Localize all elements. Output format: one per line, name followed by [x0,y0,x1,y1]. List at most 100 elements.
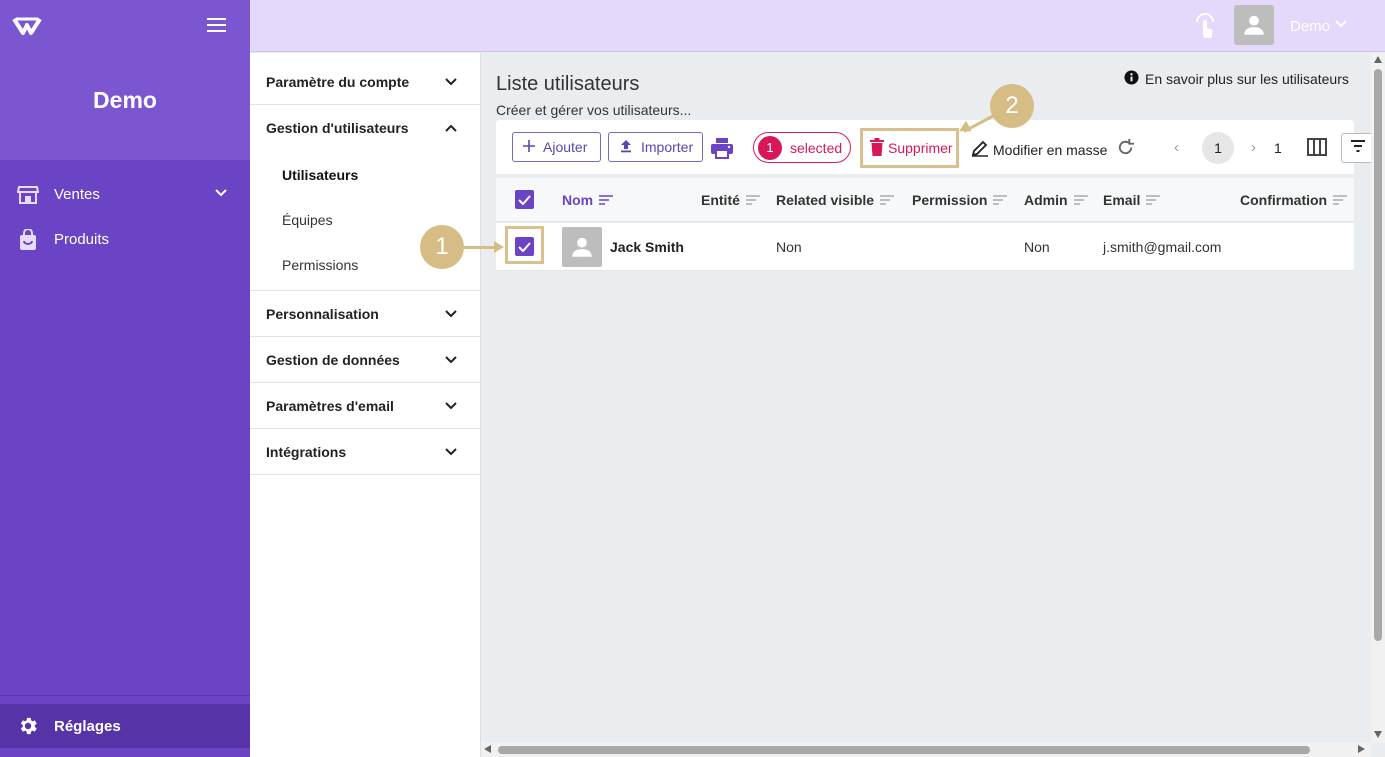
cell-admin: Non [1024,239,1050,255]
delete-button[interactable]: Supprimer [860,128,959,168]
plus-icon [523,139,535,155]
column-header-related-visible[interactable]: Related visible [776,192,895,208]
section-label: Personnalisation [266,305,379,322]
scroll-down-icon[interactable] [1374,731,1382,738]
chevron-down-icon [444,445,458,462]
chevron-up-icon [444,121,458,138]
submenu-item-utilisateurs[interactable]: Utilisateurs [282,167,358,183]
column-header-entite[interactable]: Entité [701,192,760,208]
cell-related-visible: Non [776,239,802,255]
avatar [562,227,602,267]
submenu-item-permissions[interactable]: Permissions [282,257,358,273]
settings-submenu: Paramètre du compte Gestion d'utilisateu… [250,53,481,757]
column-header-email[interactable]: Email [1103,192,1161,208]
touch-hand-icon[interactable] [1192,13,1218,44]
sidebar-item-ventes[interactable]: Ventes [0,172,250,217]
sort-icon [745,192,760,208]
sort-icon [1333,192,1348,208]
import-button[interactable]: Importer [608,132,703,162]
selected-label: selected [790,139,843,156]
scroll-up-icon[interactable] [1374,56,1382,63]
submenu-section-customization[interactable]: Personnalisation [250,291,480,337]
sidebar-item-label: Réglages [54,717,121,735]
sort-icon [1073,192,1088,208]
user-menu[interactable]: Demo [1290,17,1348,35]
select-all-checkbox[interactable] [515,190,534,209]
selected-count-badge[interactable]: 1 selected [753,132,851,163]
columns-icon[interactable] [1307,138,1327,161]
cell-name[interactable]: Jack Smith [610,239,684,255]
sidebar-item-reglages[interactable]: Réglages [0,704,250,748]
divider [0,695,250,696]
current-page[interactable]: 1 [1202,132,1234,164]
sidebar-header: Demo [0,0,250,160]
add-label: Ajouter [543,139,588,155]
selected-count: 1 [758,135,782,160]
section-label: Paramètre du compte [266,73,410,90]
submenu-section-email[interactable]: Paramètres d'email [250,383,480,429]
mass-edit-label: Modifier en masse [993,141,1108,158]
arrow-head [494,241,504,253]
gear-icon [0,715,54,737]
column-header-confirmation[interactable]: Confirmation [1240,192,1348,208]
chevron-down-icon [444,307,458,324]
submenu-item-equipes[interactable]: Équipes [282,212,333,228]
section-label: Gestion d'utilisateurs [266,120,409,136]
total-pages: 1 [1274,140,1282,156]
column-header-permission[interactable]: Permission [912,192,1008,208]
submenu-section-data[interactable]: Gestion de données [250,337,480,383]
column-label: Nom [562,192,594,208]
chevron-down-icon [444,75,458,92]
shopping-bag-icon [0,228,54,251]
mass-edit-button[interactable]: Modifier en masse [971,139,1107,160]
submenu-section-integrations[interactable]: Intégrations [250,429,480,475]
vertical-scrollbar[interactable] [1371,53,1385,743]
learn-more-link[interactable]: En savoir plus sur les utilisateurs [1124,70,1349,88]
avatar[interactable] [1234,5,1274,45]
sort-icon [880,192,895,208]
table-header: Nom Entité Related visible Permission Ad… [496,178,1354,222]
scroll-thumb[interactable] [1374,69,1382,641]
column-label: Confirmation [1240,192,1328,208]
sort-icon [599,192,614,208]
filter-icon [1351,139,1365,157]
org-name: Demo [93,87,157,113]
top-header: Demo [250,0,1385,52]
cell-email: j.smith@gmail.com [1103,239,1222,255]
column-label: Entité [701,192,740,208]
hamburger-menu-icon[interactable] [207,18,226,36]
print-icon[interactable] [710,137,734,164]
horizontal-scrollbar[interactable] [481,742,1371,757]
trash-icon [869,137,885,159]
delete-label: Supprimer [888,140,953,156]
add-button[interactable]: Ajouter [512,132,601,162]
column-header-nom[interactable]: Nom [562,192,614,208]
scroll-thumb[interactable] [498,746,1310,754]
sidebar-item-label: Ventes [54,186,100,203]
filter-button[interactable] [1341,133,1375,163]
submenu-section-account[interactable]: Paramètre du compte [250,59,480,105]
chevron-down-icon [214,186,228,204]
column-header-admin[interactable]: Admin [1024,192,1088,208]
logo-icon[interactable] [12,15,42,42]
import-label: Importer [641,139,694,155]
prev-page-icon[interactable]: ‹ [1174,139,1179,156]
chevron-down-icon [1334,17,1348,35]
sort-icon [1146,192,1161,208]
upload-icon [619,139,633,156]
sidebar-item-produits[interactable]: Produits [0,217,250,262]
page-title: Liste utilisateurs [496,73,640,95]
scroll-left-icon[interactable] [484,745,491,753]
refresh-icon[interactable] [1116,138,1135,162]
section-label: Intégrations [266,443,347,460]
row-checkbox[interactable] [515,237,534,256]
user-name: Demo [1290,17,1331,35]
store-icon [0,185,54,205]
submenu-section-users[interactable]: Gestion d'utilisateurs [250,105,480,151]
scroll-right-icon[interactable] [1358,745,1365,753]
table-row[interactable]: Jack Smith Non Non j.smith@gmail.com [496,223,1354,271]
column-label: Related visible [776,192,875,208]
step-arrow-1 [462,246,496,249]
next-page-icon[interactable]: › [1251,139,1256,156]
sidebar: Demo Ventes Produits Réglages [0,0,250,757]
